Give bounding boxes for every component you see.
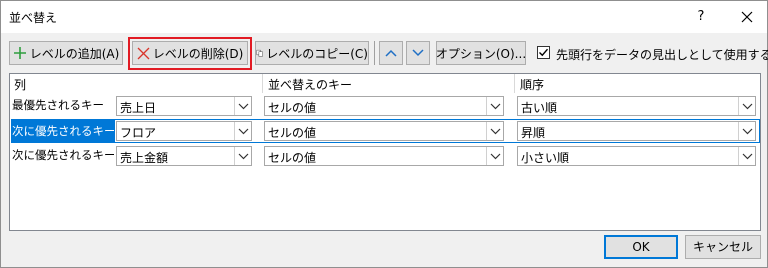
dropdown-arrow[interactable] (738, 147, 755, 165)
column-header-order: 順序 (520, 78, 545, 92)
sort-on-dropdown[interactable]: セルの値 (264, 121, 504, 141)
row-label: 次に優先されるキー (12, 148, 114, 162)
help-button[interactable]: ? (691, 7, 711, 27)
has-header-checkbox[interactable] (537, 46, 550, 59)
column-value: フロア (120, 126, 157, 140)
row-label: 最優先されるキー (12, 98, 104, 112)
dialog-title: 並べ替え (9, 11, 58, 25)
chevron-down-icon (742, 103, 753, 110)
column-dropdown[interactable]: 売上金額 (116, 146, 252, 166)
chevron-down-icon (490, 153, 501, 160)
move-up-button[interactable] (379, 41, 403, 65)
sort-on-value: セルの値 (268, 126, 317, 140)
chevron-down-icon (238, 153, 249, 160)
column-dropdown[interactable]: フロア (116, 121, 252, 141)
header-divider (514, 74, 515, 93)
column-value: 売上日 (120, 101, 157, 115)
delete-x-icon (137, 47, 150, 59)
column-header-column: 列 (14, 78, 27, 92)
dropdown-arrow[interactable] (486, 122, 503, 140)
title-bar: 並べ替え ? (1, 1, 767, 33)
dropdown-arrow[interactable] (738, 97, 755, 115)
chevron-up-icon (385, 49, 397, 57)
delete-level-label: レベルの削除(D) (152, 46, 244, 61)
order-value: 古い順 (521, 101, 558, 115)
chevron-down-icon (238, 128, 249, 135)
options-button[interactable]: オプション(O)... (436, 41, 526, 65)
sort-on-value: セルの値 (268, 101, 317, 115)
sort-on-value: セルの値 (268, 151, 317, 165)
dropdown-arrow[interactable] (486, 147, 503, 165)
plus-icon (13, 47, 26, 59)
header-divider (262, 74, 263, 93)
delete-level-button[interactable]: レベルの削除(D) (132, 41, 248, 65)
order-dropdown[interactable]: 小さい順 (517, 146, 756, 166)
chevron-down-icon (742, 128, 753, 135)
toolbar-separator (374, 41, 375, 65)
cancel-button[interactable]: キャンセル (685, 235, 761, 259)
order-dropdown[interactable]: 昇順 (517, 121, 756, 141)
chevron-down-icon (412, 49, 424, 57)
sort-levels-grid: 列 並べ替えのキー 順序 最優先されるキー 売上日 セルの値 古い順 次に優先さ… (9, 73, 761, 231)
order-value: 昇順 (521, 126, 546, 140)
checkmark-icon (539, 48, 549, 57)
chevron-down-icon (490, 128, 501, 135)
dropdown-arrow[interactable] (234, 97, 251, 115)
column-header-sort-on: 並べ替えのキー (268, 78, 353, 92)
dropdown-arrow[interactable] (234, 147, 251, 165)
close-button[interactable] (735, 5, 759, 29)
dropdown-arrow[interactable] (738, 122, 755, 140)
order-dropdown[interactable]: 古い順 (517, 96, 756, 116)
column-value: 売上金額 (120, 151, 169, 165)
chevron-down-icon (490, 103, 501, 110)
column-dropdown[interactable]: 売上日 (116, 96, 252, 116)
sort-on-dropdown[interactable]: セルの値 (264, 96, 504, 116)
row-label-selected[interactable]: 次に優先されるキー (11, 119, 114, 143)
order-value: 小さい順 (521, 151, 570, 165)
sort-on-dropdown[interactable]: セルの値 (264, 146, 504, 166)
dropdown-arrow[interactable] (234, 122, 251, 140)
sort-dialog: 並べ替え ? レベルの追加(A) レベルの削除(D) レベルのコピー(C) オプ… (0, 0, 768, 268)
ok-button[interactable]: OK (604, 235, 678, 259)
copy-level-button[interactable]: レベルのコピー(C) (255, 41, 369, 65)
close-icon (741, 11, 753, 23)
add-level-label: レベルの追加(A) (29, 46, 120, 61)
options-label: オプション(O)... (435, 46, 527, 61)
has-header-label[interactable]: 先頭行をデータの見出しとして使用する(H) (556, 46, 768, 63)
move-down-button[interactable] (406, 41, 430, 65)
add-level-button[interactable]: レベルの追加(A) (9, 41, 123, 65)
copy-level-label: レベルのコピー(C) (266, 46, 368, 61)
chevron-down-icon (238, 103, 249, 110)
copy-icon (256, 49, 263, 57)
dropdown-arrow[interactable] (486, 97, 503, 115)
chevron-down-icon (742, 153, 753, 160)
